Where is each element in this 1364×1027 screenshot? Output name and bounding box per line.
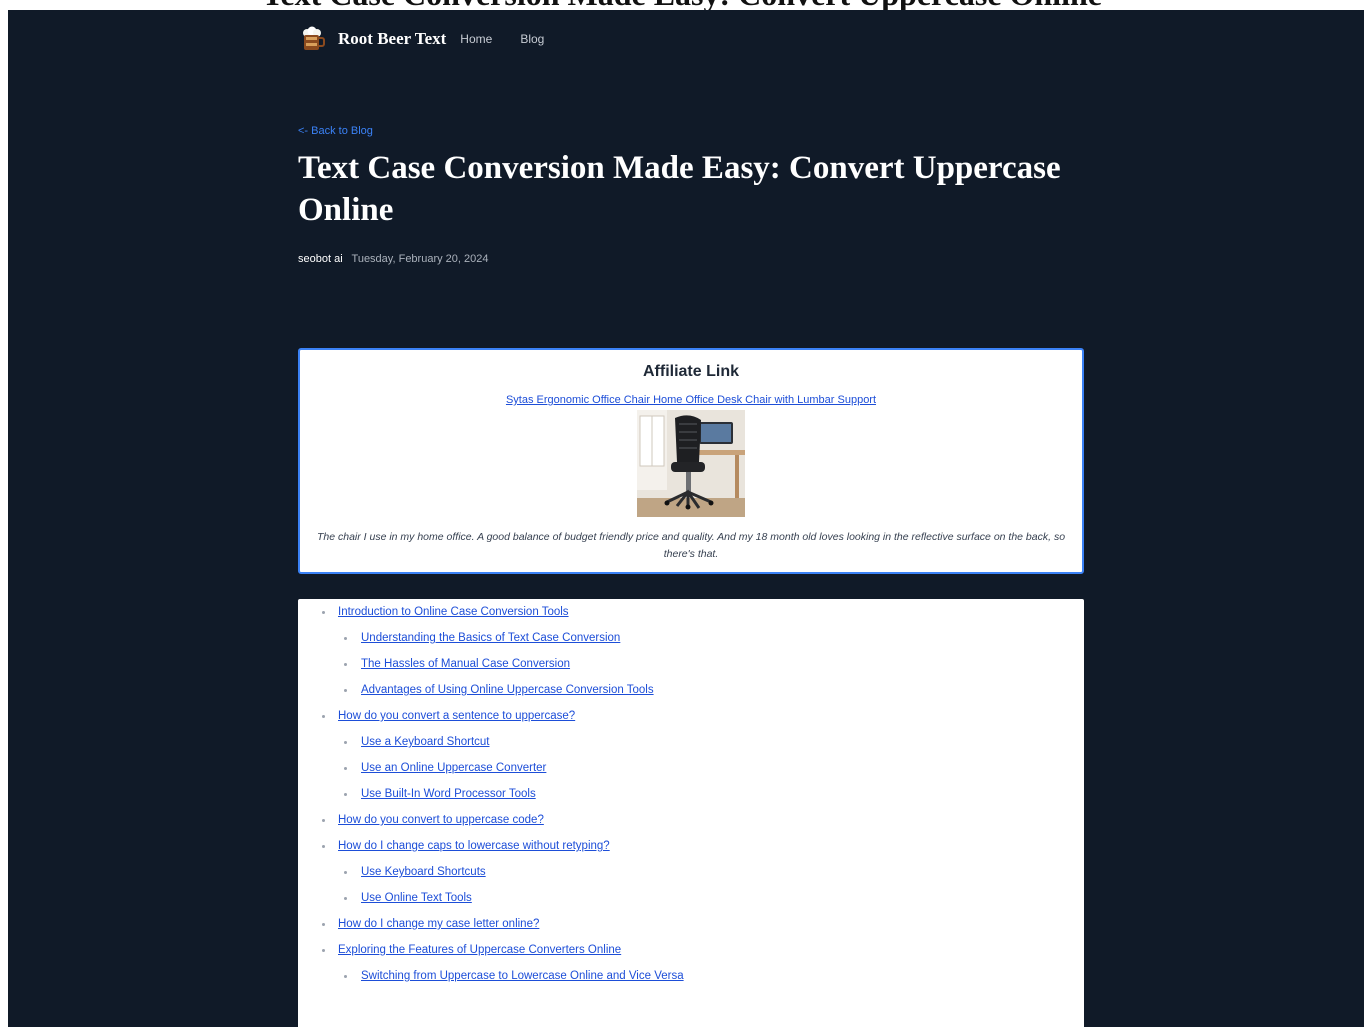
toc-subitem: The Hassles of Manual Case Conversion — [298, 651, 1084, 677]
toc-item: How do you convert a sentence to upperca… — [298, 703, 1084, 729]
office-chair-image[interactable] — [637, 410, 745, 517]
toc-item: How do you convert to uppercase code? — [298, 807, 1084, 833]
toc-sublink[interactable]: Use a Keyboard Shortcut — [361, 736, 490, 748]
bullet-icon — [344, 741, 347, 744]
post-author: seobot ai — [298, 253, 343, 265]
toc-sublink[interactable]: Use Keyboard Shortcuts — [361, 866, 486, 878]
post-title: Text Case Conversion Made Easy: Convert … — [298, 150, 1061, 228]
toc-subitem: Advantages of Using Online Uppercase Con… — [298, 677, 1084, 703]
bullet-icon — [344, 689, 347, 692]
blog-page: Root Beer Text Home Blog <- Back to Blog… — [8, 10, 1364, 1027]
affiliate-heading: Affiliate Link — [642, 363, 739, 380]
toc-sublink[interactable]: Use an Online Uppercase Converter — [361, 762, 546, 774]
toc-sublink[interactable]: Use Online Text Tools — [361, 892, 472, 904]
post-meta: seobot ai Tuesday, February 20, 2024 — [298, 253, 488, 265]
toc-item: How do I change caps to lowercase withou… — [298, 833, 1084, 859]
toc-subitem: Switching from Uppercase to Lowercase On… — [298, 963, 1084, 989]
bullet-icon — [322, 819, 325, 822]
bullet-icon — [344, 767, 347, 770]
toc-link[interactable]: How do you convert a sentence to upperca… — [338, 710, 575, 722]
post-date: Tuesday, February 20, 2024 — [351, 253, 489, 265]
toc-subitem: Use a Keyboard Shortcut — [298, 729, 1084, 755]
affiliate-caption: The chair I use in my home office. A goo… — [316, 531, 1066, 560]
bullet-icon — [344, 871, 347, 874]
bullet-icon — [344, 897, 347, 900]
toc-link[interactable]: Exploring the Features of Uppercase Conv… — [338, 944, 621, 956]
nav-link-home[interactable]: Home — [460, 32, 492, 46]
page-top-strip: Text Case Conversion Made Easy: Convert … — [0, 0, 1364, 10]
bullet-icon — [322, 923, 325, 926]
toc-link[interactable]: How do you convert to uppercase code? — [338, 814, 544, 826]
toc-subitem: Use Online Text Tools — [298, 885, 1084, 911]
toc-item: Introduction to Online Case Conversion T… — [298, 599, 1084, 625]
toc-link[interactable]: How do I change caps to lowercase withou… — [338, 840, 610, 852]
toc-subitem: Use Built-In Word Processor Tools — [298, 781, 1084, 807]
bullet-icon — [344, 793, 347, 796]
toc-sublink[interactable]: Use Built-In Word Processor Tools — [361, 788, 536, 800]
toc-sublink[interactable]: The Hassles of Manual Case Conversion — [361, 658, 570, 670]
toc-subitem: Use an Online Uppercase Converter — [298, 755, 1084, 781]
brand-name[interactable]: Root Beer Text — [338, 29, 446, 49]
table-of-contents: Introduction to Online Case Conversion T… — [298, 599, 1084, 1027]
toc-subitem: Understanding the Basics of Text Case Co… — [298, 625, 1084, 651]
nav-link-blog[interactable]: Blog — [520, 32, 544, 46]
bullet-icon — [322, 715, 325, 718]
toc-sublink[interactable]: Understanding the Basics of Text Case Co… — [361, 632, 620, 644]
toc-item: Exploring the Features of Uppercase Conv… — [298, 937, 1084, 963]
affiliate-product-link[interactable]: Sytas Ergonomic Office Chair Home Office… — [506, 394, 876, 406]
toc-subitem: Use Keyboard Shortcuts — [298, 859, 1084, 885]
cut-off-heading: Text Case Conversion Made Easy: Convert … — [0, 0, 1364, 10]
toc-item: How do I change my case letter online? — [298, 911, 1084, 937]
bullet-icon — [322, 845, 325, 848]
toc-list: Introduction to Online Case Conversion T… — [298, 599, 1084, 989]
toc-sublink[interactable]: Advantages of Using Online Uppercase Con… — [361, 684, 654, 696]
bullet-icon — [344, 637, 347, 640]
toc-link[interactable]: Introduction to Online Case Conversion T… — [338, 606, 569, 618]
bullet-icon — [344, 663, 347, 666]
top-nav: Root Beer Text Home Blog — [298, 24, 572, 54]
root-beer-mug-icon[interactable] — [298, 25, 326, 53]
bullet-icon — [322, 949, 325, 952]
toc-link[interactable]: How do I change my case letter online? — [338, 918, 539, 930]
affiliate-box: Affiliate Link Sytas Ergonomic Office Ch… — [298, 348, 1084, 574]
back-to-blog-link[interactable]: <- Back to Blog — [298, 125, 373, 137]
bullet-icon — [344, 975, 347, 978]
bullet-icon — [322, 611, 325, 614]
toc-sublink[interactable]: Switching from Uppercase to Lowercase On… — [361, 970, 684, 982]
